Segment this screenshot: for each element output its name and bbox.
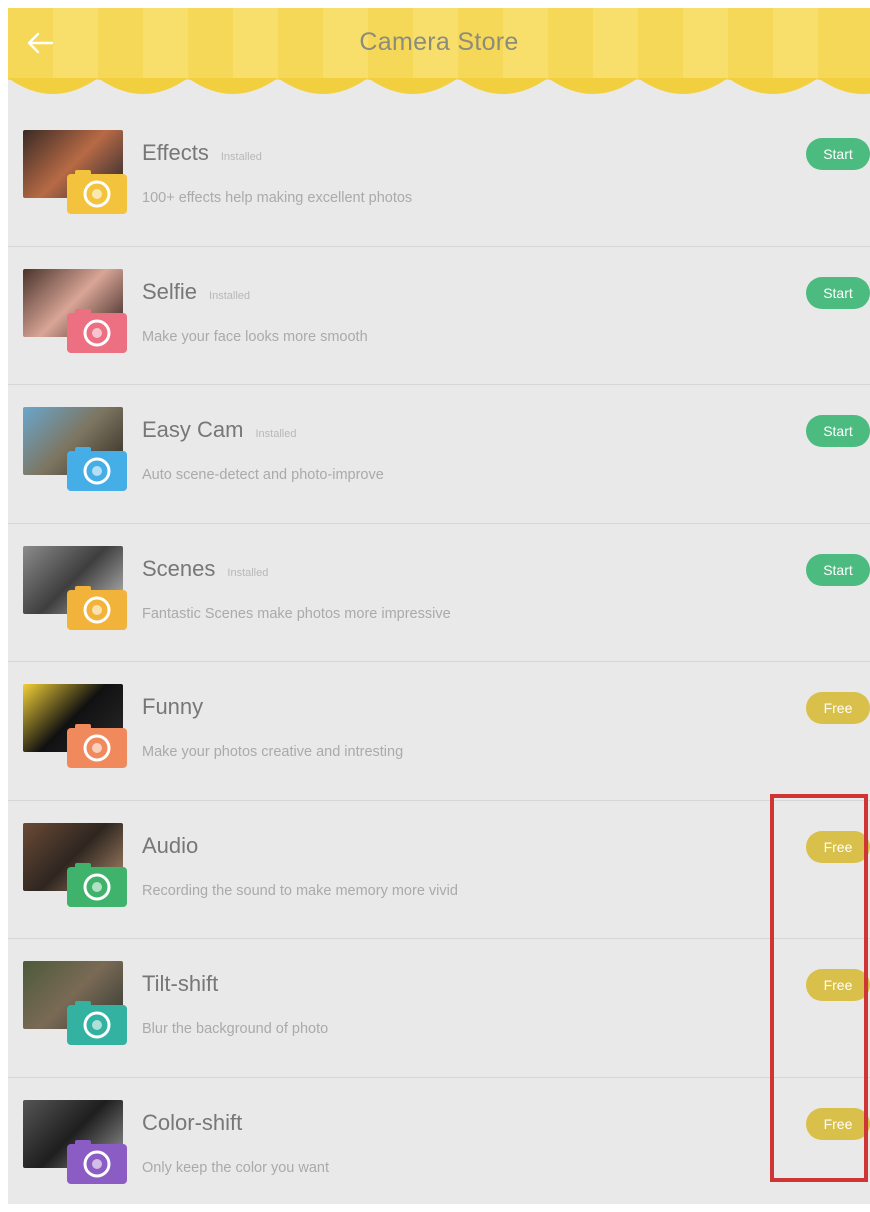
funny-camera-icon [67, 724, 127, 768]
plugin-thumbnail [23, 268, 129, 353]
plugin-thumbnail [23, 407, 129, 491]
installed-label: Installed [227, 566, 269, 579]
plugin-thumbnail [23, 822, 129, 907]
list-item[interactable]: Tilt-shift Blur the background of photo … [8, 939, 870, 1078]
list-item[interactable]: Easy Cam Installed Auto scene-detect and… [8, 385, 870, 524]
list-item[interactable]: Selfie Installed Make your face looks mo… [8, 247, 870, 385]
plugin-thumbnail [23, 684, 129, 768]
plugin-list: Effects Installed 100+ effects help maki… [8, 108, 870, 1204]
free-button[interactable]: Free [806, 830, 870, 863]
tiltshift-camera-icon [67, 1001, 127, 1045]
camera-store-screen: Camera Store Effects Installed 100+ effe… [8, 8, 870, 1204]
list-item[interactable]: Funny Make your photos creative and intr… [8, 662, 870, 801]
header-bar: Camera Store [8, 8, 870, 108]
free-button[interactable]: Free [806, 1107, 870, 1140]
installed-label: Installed [209, 289, 251, 302]
easycam-camera-icon [67, 447, 127, 491]
plugin-name: Easy Cam [142, 417, 244, 442]
start-button[interactable]: Start [806, 553, 870, 586]
installed-label: Installed [220, 151, 262, 163]
audio-camera-icon [67, 862, 127, 907]
start-button[interactable]: Start [806, 276, 870, 309]
awning-decoration [8, 8, 870, 94]
plugin-description: Make your face looks more smooth [142, 328, 368, 345]
plugin-description: Make your photos creative and intresting [142, 744, 404, 760]
free-button[interactable]: Free [806, 692, 870, 724]
plugin-description: 100+ effects help making excellent photo… [142, 190, 413, 206]
installed-label: Installed [255, 428, 297, 440]
list-item[interactable]: Color-shift Only keep the color you want… [8, 1078, 870, 1205]
list-item[interactable]: Scenes Installed Fantastic Scenes make p… [8, 524, 870, 662]
plugin-name: Effects [142, 140, 209, 165]
plugin-thumbnail [23, 1099, 129, 1184]
plugin-thumbnail [23, 961, 129, 1045]
scenes-camera-icon [67, 585, 127, 630]
plugin-name: Audio [142, 832, 199, 858]
plugin-description: Fantastic Scenes make photos more impres… [142, 605, 451, 622]
list-item[interactable]: Effects Installed 100+ effects help maki… [8, 108, 870, 247]
plugin-name: Funny [142, 694, 204, 719]
free-button[interactable]: Free [806, 969, 870, 1001]
selfie-camera-icon [67, 308, 127, 353]
plugin-thumbnail [23, 545, 129, 630]
page-title: Camera Store [359, 28, 519, 56]
start-button[interactable]: Start [806, 415, 870, 447]
start-button[interactable]: Start [806, 138, 870, 170]
plugin-thumbnail [23, 130, 129, 214]
plugin-description: Blur the background of photo [142, 1021, 329, 1037]
plugin-name: Selfie [142, 278, 198, 304]
plugin-name: Scenes [142, 555, 216, 581]
plugin-name: Tilt-shift [142, 971, 219, 996]
list-item[interactable]: Audio Recording the sound to make memory… [8, 801, 870, 939]
plugin-description: Only keep the color you want [142, 1159, 329, 1176]
plugin-description: Recording the sound to make memory more … [142, 882, 458, 899]
effects-camera-icon [67, 170, 127, 214]
colorshift-camera-icon [67, 1139, 127, 1184]
plugin-name: Color-shift [142, 1109, 243, 1135]
plugin-description: Auto scene-detect and photo-improve [142, 467, 384, 483]
